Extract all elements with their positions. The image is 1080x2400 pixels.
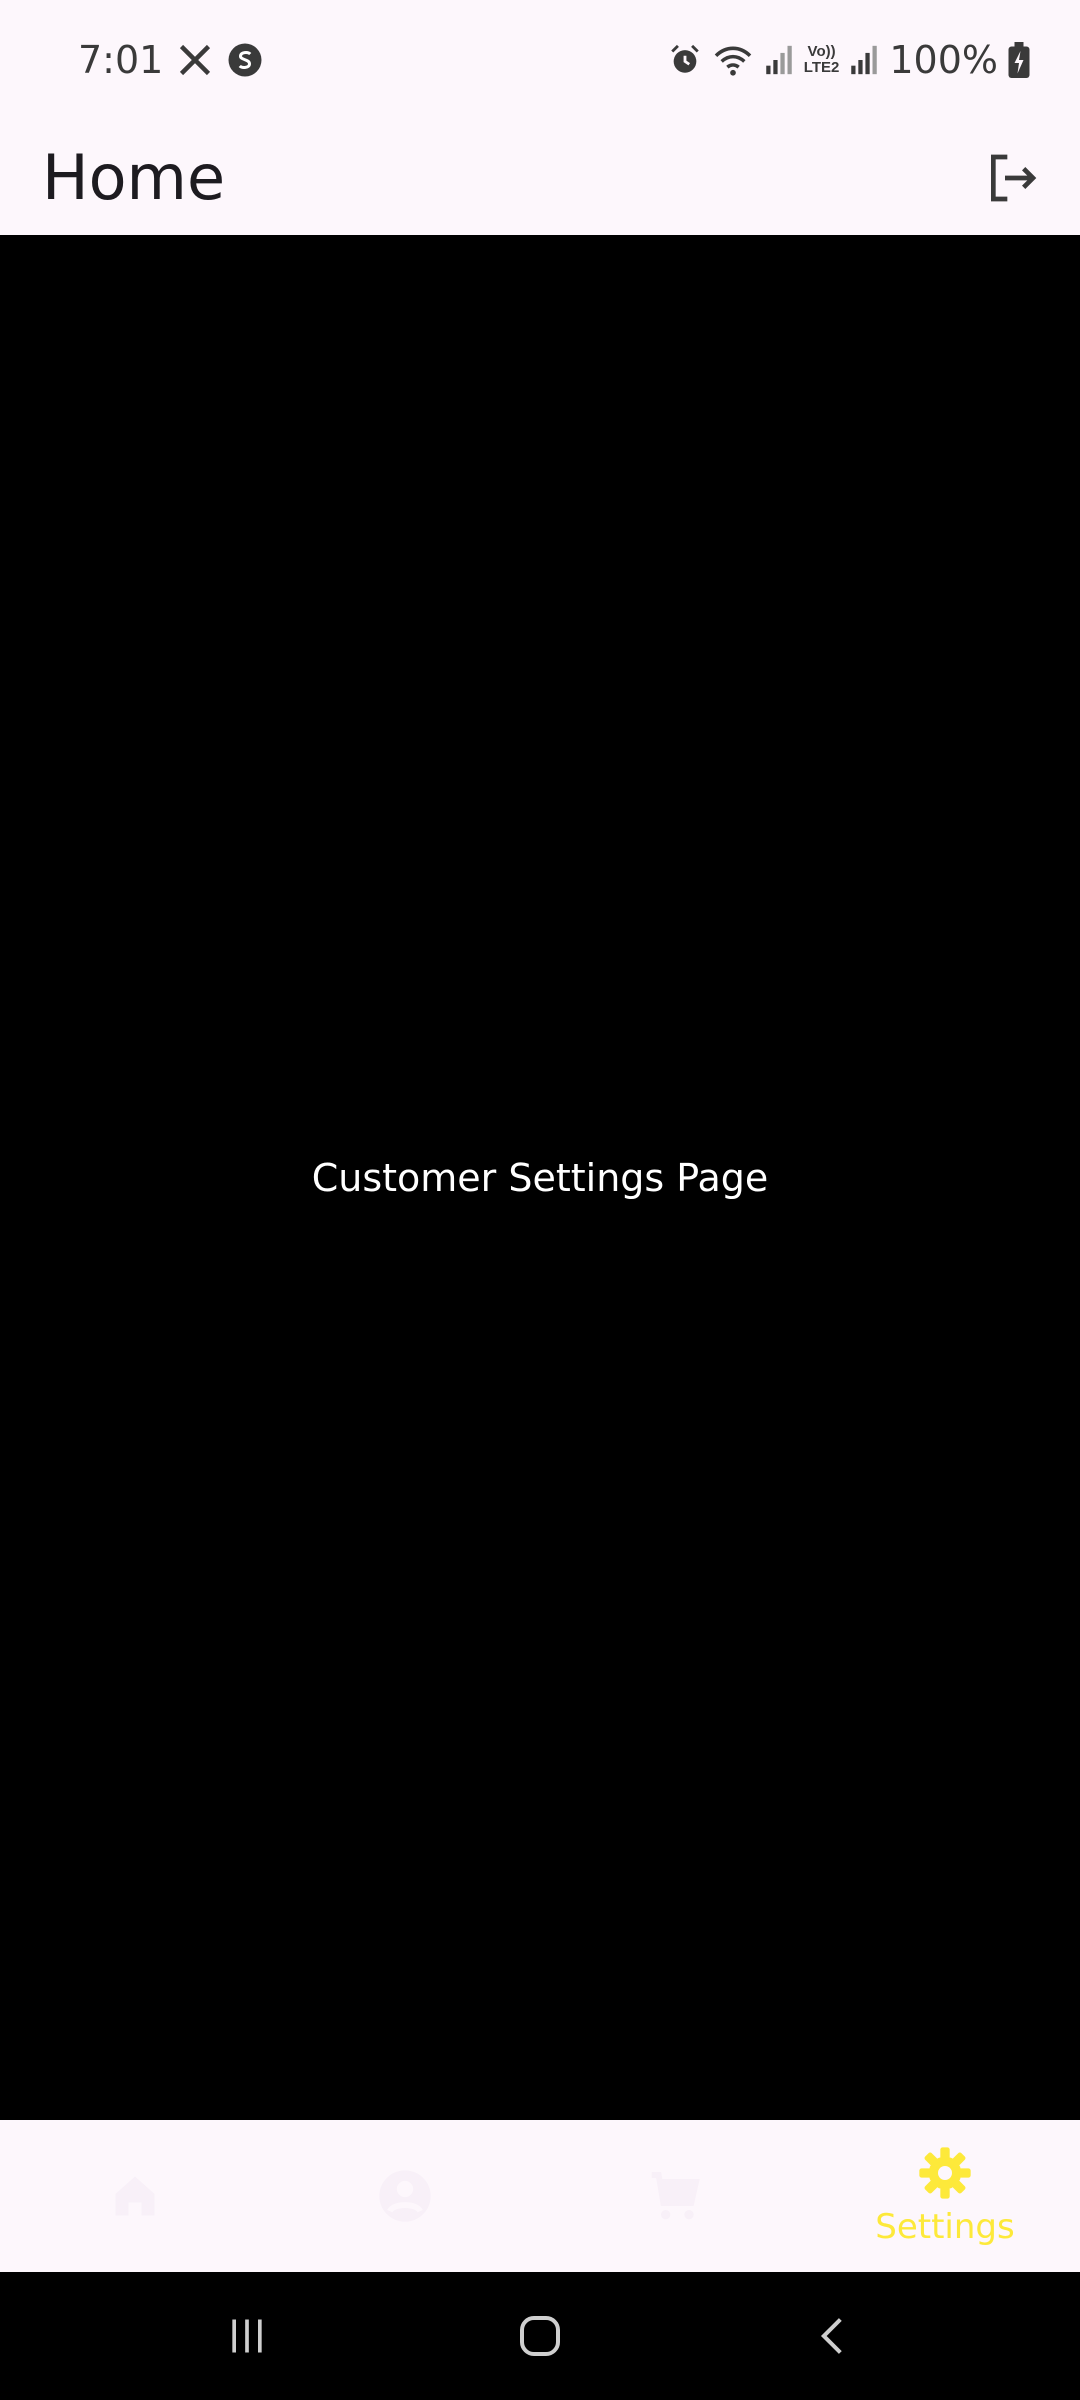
lte-line-2: LTE2: [803, 59, 840, 76]
recents-button[interactable]: [207, 2296, 287, 2376]
page-title: Home: [42, 141, 226, 214]
s-app-icon: [228, 43, 262, 77]
home-icon: [115, 2176, 155, 2216]
person-icon: [379, 2170, 431, 2222]
status-notification-icons: [177, 42, 263, 78]
status-bar: 7:01 Vo)) LTE2 100%: [0, 0, 1080, 120]
signal-icon: [766, 45, 792, 75]
logout-icon: [991, 154, 1037, 201]
battery-charging-icon: [1008, 42, 1030, 78]
nav-item-cart[interactable]: [540, 2120, 810, 2272]
recents-icon: [231, 2319, 262, 2353]
lte-line-1: Vo)): [807, 43, 836, 60]
system-navigation-bar: [0, 2272, 1080, 2400]
signal-icon: [851, 45, 878, 75]
app-bar: Home: [0, 120, 1080, 235]
back-icon: [821, 2318, 843, 2354]
alarm-icon: [671, 44, 699, 73]
volte-lte-icon: Vo)) LTE2: [804, 44, 840, 76]
nav-item-settings[interactable]: Settings: [810, 2120, 1080, 2272]
home-circle-icon: [519, 2316, 560, 2356]
settings-page-text: Customer Settings Page: [311, 1155, 769, 1200]
nav-label-settings: Settings: [875, 2207, 1015, 2247]
status-time: 7:01: [78, 38, 164, 82]
nav-item-profile[interactable]: [270, 2120, 540, 2272]
wifi-icon: [714, 46, 752, 76]
status-system-icons: Vo)) LTE2 100%: [668, 38, 1030, 82]
back-button[interactable]: [793, 2296, 873, 2376]
cart-icon: [651, 2172, 700, 2220]
logout-button[interactable]: [980, 146, 1044, 210]
x-logo-icon: [180, 44, 211, 76]
battery-percent: 100%: [889, 38, 998, 82]
home-system-button[interactable]: [500, 2296, 580, 2376]
bottom-navigation: Settings: [0, 2120, 1080, 2272]
main-content: Customer Settings Page: [0, 235, 1080, 2120]
nav-item-home[interactable]: [0, 2120, 270, 2272]
gear-icon: [919, 2147, 971, 2199]
